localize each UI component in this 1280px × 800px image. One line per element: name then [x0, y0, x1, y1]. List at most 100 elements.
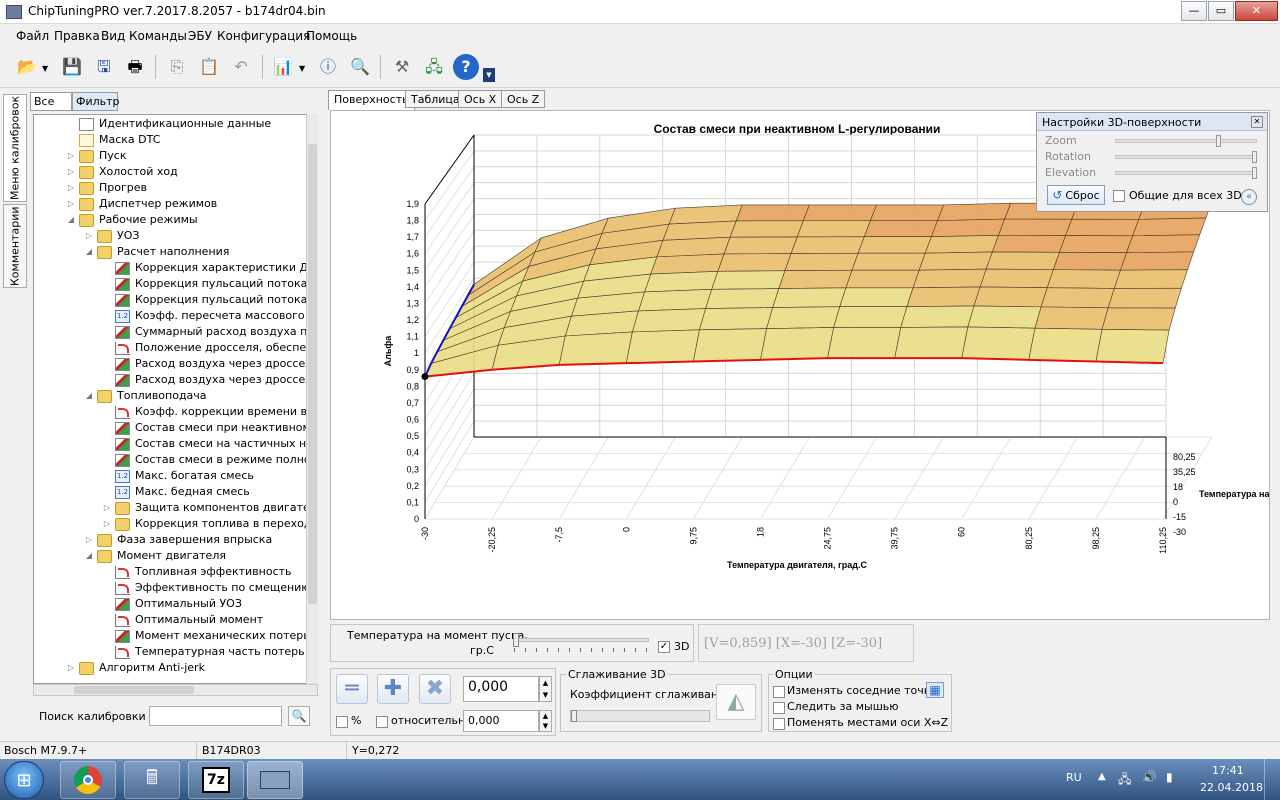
zoom-slider-thumb[interactable] [1216, 135, 1221, 147]
rotation-slider[interactable] [1115, 151, 1257, 163]
tree-item[interactable]: ▷ Фаза завершения впрыска [84, 532, 272, 548]
scroll-thumb[interactable] [308, 144, 317, 604]
tree-expander-icon[interactable]: ▷ [102, 516, 112, 532]
multiply-value-button[interactable]: ✖ [419, 674, 451, 704]
tree-expander-icon[interactable]: ▷ [66, 148, 76, 164]
tree-item[interactable]: ▷ Холостой ход [66, 164, 178, 180]
temp-slider[interactable] [513, 633, 649, 647]
menu-view[interactable]: Вид [101, 29, 125, 43]
tree-expander-icon[interactable]: ▷ [66, 196, 76, 212]
grid-icon[interactable]: ▦ [926, 682, 944, 698]
tree-item[interactable]: 1.2 Коэфф. пересчета массового ра [102, 308, 317, 324]
chart-dropdown-icon[interactable]: ▼ [299, 64, 305, 73]
maximize-button[interactable]: ▭ [1208, 1, 1234, 21]
search-input[interactable] [149, 706, 282, 726]
start-button[interactable]: ⊞ [4, 761, 44, 799]
tree-item[interactable]: 1.2 Макс. бедная смесь [102, 484, 250, 500]
tree-item[interactable]: Коэфф. коррекции времени впрь [102, 404, 317, 420]
tree-item[interactable]: Оптимальный момент [102, 612, 263, 628]
collapse-icon[interactable]: « [1241, 189, 1257, 205]
rotation-slider-thumb[interactable] [1252, 151, 1257, 163]
set-value-button[interactable]: ═ [336, 674, 368, 704]
search-button[interactable]: 🔍 [288, 706, 310, 726]
tree-item[interactable]: ▷ УОЗ [84, 228, 139, 244]
taskbar-7zip[interactable]: 7z [188, 761, 244, 799]
tree-item[interactable]: Состав смеси на частичных нагр [102, 436, 317, 452]
settings-close-icon[interactable]: ✕ [1251, 116, 1263, 128]
menu-file[interactable]: Файл [16, 29, 49, 43]
save-icon[interactable]: 💾 [59, 54, 85, 80]
tree-item[interactable]: Эффективность по смещению У [102, 580, 317, 596]
menu-ecu[interactable]: ЭБУ [188, 29, 212, 43]
zoom-slider[interactable] [1115, 135, 1257, 147]
reset-button[interactable]: ↺ Сброс [1047, 185, 1105, 205]
tree-item[interactable]: Маска DTC [66, 132, 160, 148]
tray-expand-icon[interactable]: ▲ [1098, 771, 1106, 782]
language-indicator[interactable]: RU [1066, 771, 1082, 784]
search-hex-icon[interactable]: 🔍 [347, 54, 373, 80]
smoothing-slider[interactable] [570, 710, 710, 722]
tray-volume-icon[interactable]: 🔊 [1142, 770, 1157, 784]
check-3d[interactable]: ✓ [658, 640, 670, 653]
tree-item[interactable]: Коррекция характеристики ДМР [102, 260, 317, 276]
common-3d-checkbox[interactable] [1113, 189, 1125, 202]
tree-item[interactable]: ▷ Коррекция топлива в переходнь [102, 516, 317, 532]
tree-item[interactable]: Топливная эффективность [102, 564, 292, 580]
relative-value-input[interactable]: 0,000 [463, 710, 539, 732]
tools-icon[interactable]: ⚒ [389, 54, 415, 80]
menu-edit[interactable]: Правка [54, 29, 100, 43]
paste-icon[interactable]: 📋 [196, 54, 222, 80]
info-icon[interactable]: ⓘ [315, 54, 341, 80]
taskbar-chrome[interactable] [60, 761, 116, 799]
hscroll-thumb[interactable] [74, 686, 194, 694]
tree-expander-icon[interactable]: ▷ [66, 164, 76, 180]
tree-item[interactable]: Положение дросселя, обеспечив [102, 340, 317, 356]
minimize-button[interactable]: — [1181, 1, 1207, 21]
tab-axis-z[interactable]: Ось Z [501, 90, 546, 108]
tree-item[interactable]: Идентификационные данные [66, 116, 271, 132]
temp-slider-thumb[interactable] [513, 633, 519, 647]
tree-item[interactable]: Суммарный расход воздуха пере [102, 324, 317, 340]
tree-item[interactable]: Состав смеси при неактивном L- [102, 420, 317, 436]
tree-item[interactable]: Коррекция пульсаций потока [102, 276, 307, 292]
tree-item[interactable]: ◢ Рабочие режимы [66, 212, 198, 228]
tree-item[interactable]: ▷ Прогрев [66, 180, 147, 196]
tree-item[interactable]: ▷ Защита компонентов двигателя [102, 500, 317, 516]
elevation-slider[interactable] [1115, 167, 1257, 179]
tree-item[interactable]: ◢ Расчет наполнения [84, 244, 229, 260]
tree-expander-icon[interactable]: ▷ [66, 180, 76, 196]
tree-item[interactable]: ▷ Алгоритм Anti-jerk [66, 660, 205, 676]
taskbar-calculator[interactable]: 🖩 [124, 761, 180, 799]
opt-swap-axes-checkbox[interactable] [773, 717, 785, 730]
tab-table[interactable]: Таблица [405, 90, 466, 108]
tree-item[interactable]: ◢ Топливоподача [84, 388, 207, 404]
tree-item[interactable]: Состав смеси в режиме полной м [102, 452, 317, 468]
tree-expander-icon[interactable]: ▷ [102, 500, 112, 516]
tree-expander-icon[interactable]: ◢ [84, 388, 94, 404]
value-input[interactable]: 0,000 [463, 676, 539, 702]
tab-comments[interactable]: Комментарии [3, 204, 27, 288]
tree-expander-icon[interactable]: ◢ [84, 548, 94, 564]
value-spinner[interactable]: ▲ ▼ [539, 676, 552, 702]
print-icon[interactable]: 🖶 [122, 54, 148, 80]
clock-date[interactable]: 22.04.2018 [1200, 781, 1263, 794]
show-desktop-button[interactable] [1264, 759, 1280, 800]
tab-filter[interactable]: Фильтр [72, 92, 120, 111]
tray-network-icon[interactable]: ▮ [1166, 770, 1173, 784]
menu-configuration[interactable]: Конфигурация [217, 29, 310, 43]
smooth-surface-icon[interactable]: ◭ [716, 684, 756, 720]
save-as-icon[interactable]: 🖫 [91, 54, 117, 80]
tree-item[interactable]: Температурная часть потерь [102, 644, 305, 660]
close-button[interactable]: ✕ [1235, 1, 1278, 21]
help-icon[interactable]: ? [453, 54, 479, 80]
clock-time[interactable]: 17:41 [1212, 764, 1244, 777]
tab-axis-x[interactable]: Ось X [458, 90, 503, 108]
elevation-slider-thumb[interactable] [1252, 167, 1257, 179]
opt-neighbors-checkbox[interactable] [773, 685, 785, 698]
tree-item[interactable]: Расход воздуха через дроссель [102, 372, 317, 388]
open-dropdown-icon[interactable]: ▼ [42, 64, 48, 73]
tab-surface[interactable]: Поверхность [328, 90, 415, 110]
opt-follow-mouse-checkbox[interactable] [773, 701, 785, 714]
tree-expander-icon[interactable]: ▷ [84, 228, 94, 244]
tree-item[interactable]: 1.2 Макс. богатая смесь [102, 468, 254, 484]
